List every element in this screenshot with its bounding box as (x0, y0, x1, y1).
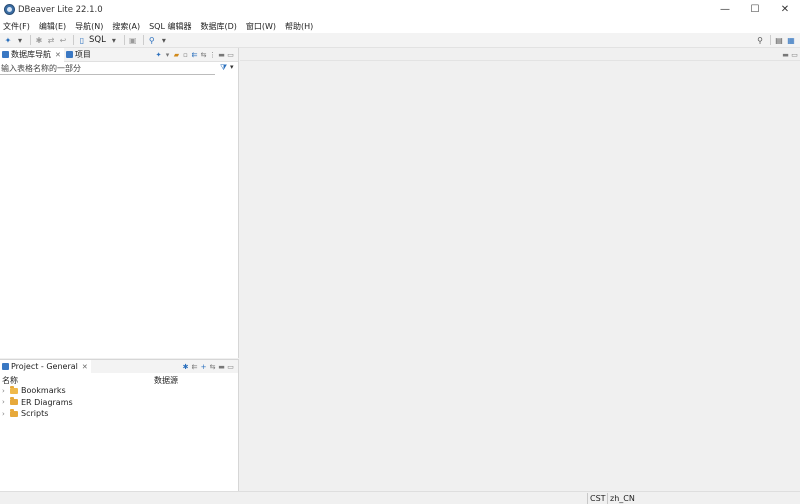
bookmarks-folder-icon (10, 385, 18, 394)
connect-icon[interactable]: ✦ (3, 35, 13, 46)
sql-editor-button[interactable]: SQL (89, 35, 106, 45)
navigator-tab-bar: 数据库导航 ✕ 项目 ✦ ▾ ▰ ▫ ⇇ ⇆ ⋮ ▬ ▭ (0, 47, 238, 62)
tree-item-scripts[interactable]: › Scripts (0, 408, 238, 420)
status-bar: CST zh_CN (0, 491, 800, 504)
project-tab-bar: Project - General ✕ ✱ ⇇ + ⇆ ▬ ▭ (0, 359, 238, 374)
project-tools: ✱ ⇇ + ⇆ ▬ ▭ (181, 361, 235, 372)
tab-database-navigator[interactable]: 数据库导航 ✕ (0, 47, 64, 62)
maximize-button[interactable]: ☐ (740, 0, 770, 19)
menu-window[interactable]: 窗口(W) (246, 21, 276, 32)
folder-icon (10, 397, 18, 406)
project-general-panel: Project - General ✕ ✱ ⇇ + ⇆ ▬ ▭ 名称 数据源 ›… (0, 359, 239, 491)
collapse-all-icon[interactable]: ▫ (181, 49, 190, 60)
project-column-headers: 名称 数据源 (0, 373, 238, 385)
disconnect-icon[interactable]: ✱ (34, 35, 44, 46)
new-connection-icon[interactable]: ✦ (154, 49, 163, 60)
add-icon[interactable]: + (199, 361, 208, 372)
navigator-tools: ✦ ▾ ▰ ▫ ⇇ ⇆ ⋮ ▬ ▭ (154, 49, 235, 60)
search-tool-icon[interactable]: ⚲ (147, 35, 157, 46)
tab-label: 项目 (74, 50, 91, 59)
filter-dropdown-icon[interactable]: ▾ (230, 63, 234, 71)
toolbar-separator (30, 35, 31, 45)
close-icon[interactable]: ✕ (55, 51, 61, 59)
window-controls: — ☐ ✕ (710, 0, 800, 19)
maximize-panel-icon[interactable]: ▭ (226, 49, 235, 60)
locale-status: zh_CN (607, 493, 637, 504)
table-filter-input[interactable] (0, 63, 215, 75)
tree-item-bookmarks[interactable]: › Bookmarks (0, 385, 238, 397)
open-perspective-icon[interactable]: ▤ (774, 35, 784, 46)
menu-file[interactable]: 文件(F) (3, 21, 30, 32)
toolbar-separator (770, 35, 771, 45)
search-dropdown-icon[interactable]: ▾ (159, 35, 169, 46)
new-folder-icon[interactable]: ▰ (172, 49, 181, 60)
commit-icon[interactable]: ⇄ (46, 35, 56, 46)
editor-header: ▬ ▭ (240, 48, 800, 61)
toolbar-separator (142, 35, 144, 45)
link-with-editor-icon[interactable]: ⇆ (199, 49, 208, 60)
editor-area[interactable]: ▬ ▭ (240, 48, 800, 491)
window-title: DBeaver Lite 22.1.0 (18, 4, 103, 15)
scripts-folder-icon (10, 408, 18, 417)
menu-database[interactable]: 数据库(D) (200, 21, 236, 32)
menu-help[interactable]: 帮助(H) (285, 21, 313, 32)
lock-icon[interactable]: ▣ (128, 35, 138, 46)
close-button[interactable]: ✕ (770, 0, 800, 19)
tree-item-label: ER Diagrams (21, 397, 73, 407)
maximize-editor-icon[interactable]: ▭ (790, 49, 799, 60)
toolbar-separator (73, 35, 74, 45)
menu-search[interactable]: 搜索(A) (112, 21, 140, 32)
dbeaver-logo-icon (4, 4, 15, 15)
minimize-editor-icon[interactable]: ▬ (781, 49, 790, 60)
minimize-panel-icon[interactable]: ▬ (217, 361, 226, 372)
tree-item-label: Bookmarks (21, 386, 66, 396)
new-connection-dropdown-icon[interactable]: ▾ (163, 49, 172, 60)
minimize-button[interactable]: — (710, 0, 740, 19)
view-menu-icon[interactable]: ⋮ (208, 49, 217, 60)
chevron-right-icon[interactable]: › (2, 398, 10, 406)
menu-sql-editor[interactable]: SQL 编辑器 (149, 21, 191, 32)
chevron-right-icon[interactable]: › (2, 387, 10, 395)
toolbar-separator (123, 35, 125, 45)
sql-editor-icon[interactable]: ▯ (77, 35, 87, 46)
configure-icon[interactable]: ✱ (181, 361, 190, 372)
menu-edit[interactable]: 编辑(E) (39, 21, 66, 32)
menu-navigate[interactable]: 导航(N) (75, 21, 103, 32)
projects-icon (65, 51, 73, 58)
chevron-right-icon[interactable]: › (2, 410, 10, 418)
minimize-panel-icon[interactable]: ▬ (217, 49, 226, 60)
menu-bar: 文件(F) 编辑(E) 导航(N) 搜索(A) SQL 编辑器 数据库(D) 窗… (0, 19, 800, 33)
database-perspective-icon[interactable]: ▦ (786, 35, 796, 46)
filter-icon[interactable]: ⧩ (220, 63, 227, 73)
tab-label: Project - General (11, 362, 78, 371)
project-icon (2, 363, 9, 370)
tab-label: 数据库导航 (11, 50, 51, 59)
sql-dropdown-icon[interactable]: ▾ (109, 35, 119, 46)
database-navigator-icon (2, 51, 9, 58)
tab-projects[interactable]: 项目 (64, 48, 94, 62)
main-toolbar: ✦ ▾ ✱ ⇄ ↩ ▯ SQL ▾ ▣ ⚲ ▾ ⚲ ▤ ▦ (0, 33, 800, 48)
collapse-all-icon[interactable]: ⇇ (190, 361, 199, 372)
connect-dropdown-icon[interactable]: ▾ (15, 35, 25, 46)
toolbar-right: ⚲ ▤ ▦ (755, 35, 798, 46)
title-bar: DBeaver Lite 22.1.0 — ☐ ✕ (0, 0, 800, 19)
global-search-icon[interactable]: ⚲ (755, 35, 765, 46)
tree-item-er-diagrams[interactable]: › ER Diagrams (0, 397, 238, 409)
rollback-icon[interactable]: ↩ (58, 35, 68, 46)
link-with-editor-icon[interactable]: ⇆ (208, 361, 217, 372)
maximize-panel-icon[interactable]: ▭ (226, 361, 235, 372)
timezone-status: CST (587, 493, 608, 504)
collapse-icon[interactable]: ⇇ (190, 49, 199, 60)
close-icon[interactable]: ✕ (82, 363, 88, 371)
tab-project-general[interactable]: Project - General ✕ (0, 359, 91, 374)
database-navigator-panel: 数据库导航 ✕ 项目 ✦ ▾ ▰ ▫ ⇇ ⇆ ⋮ ▬ ▭ ⧩ ▾ (0, 47, 239, 358)
tree-item-label: Scripts (21, 409, 49, 419)
navigator-filter-row: ⧩ ▾ (0, 62, 238, 76)
